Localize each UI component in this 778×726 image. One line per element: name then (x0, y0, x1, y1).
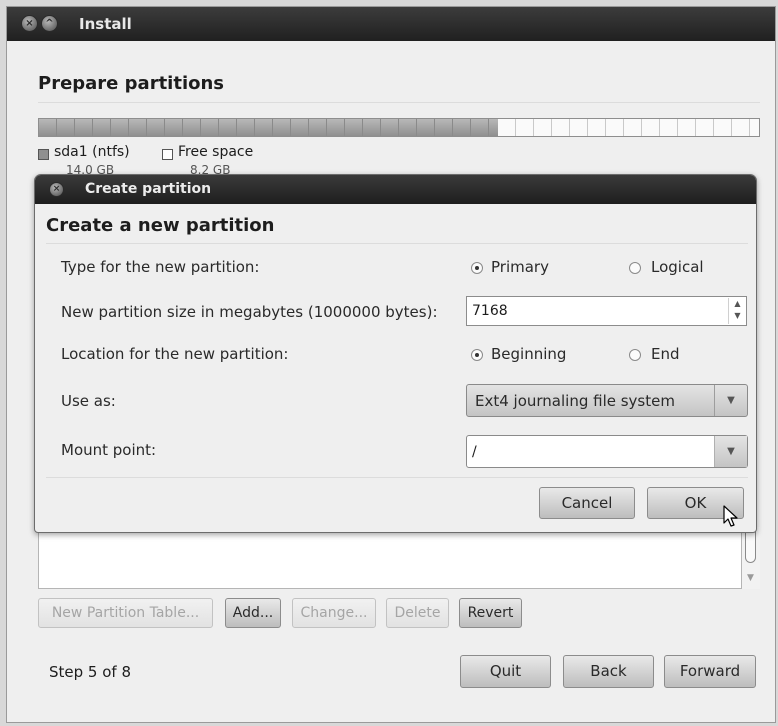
title-divider (38, 102, 760, 103)
add-partition-button[interactable]: Add... (225, 598, 281, 628)
mount-point-input[interactable] (468, 437, 718, 466)
partition-bar-sda1 (39, 119, 499, 136)
delete-partition-button[interactable]: Delete (386, 598, 449, 628)
change-partition-button[interactable]: Change... (292, 598, 376, 628)
close-dialog-icon[interactable]: × (49, 182, 64, 197)
logical-radio[interactable] (629, 262, 641, 274)
primary-radio[interactable] (471, 262, 483, 274)
revert-button[interactable]: Revert (459, 598, 522, 628)
partition-size-input[interactable] (466, 296, 747, 326)
mouse-pointer-icon (723, 505, 738, 527)
dialog-title: Create partition (85, 181, 212, 197)
forward-button[interactable]: Forward (664, 655, 756, 688)
dialog-titlebar: × Create partition (35, 175, 756, 204)
use-as-selected-value: Ext4 journaling file system (475, 392, 675, 410)
sda1-legend-swatch (38, 149, 49, 160)
scroll-down-icon[interactable]: ▼ (747, 573, 754, 583)
partition-size-label: New partition size in megabytes (1000000… (61, 303, 438, 321)
beginning-radio-label[interactable]: Beginning (491, 345, 566, 363)
minimize-window-icon[interactable]: ^ (41, 15, 58, 32)
mount-point-combobox[interactable]: ▼ (466, 435, 748, 468)
partition-list[interactable] (38, 527, 742, 589)
back-button[interactable]: Back (563, 655, 654, 688)
dialog-heading: Create a new partition (46, 215, 275, 236)
partition-type-label: Type for the new partition: (61, 258, 260, 276)
free-space-legend-label: Free space (178, 144, 254, 160)
end-radio-label[interactable]: End (651, 345, 680, 363)
end-radio[interactable] (629, 349, 641, 361)
free-space-legend-swatch (162, 149, 173, 160)
step-indicator: Step 5 of 8 (49, 663, 132, 681)
beginning-radio[interactable] (471, 349, 483, 361)
chevron-down-icon[interactable]: ▼ (714, 385, 747, 416)
chevron-down-icon[interactable]: ▼ (714, 436, 747, 467)
window-title: Install (79, 15, 132, 33)
logical-radio-label[interactable]: Logical (651, 258, 704, 276)
sda1-legend-label: sda1 (ntfs) (54, 144, 130, 160)
spin-down-icon[interactable]: ▼ (729, 310, 746, 322)
heading-divider (46, 243, 748, 244)
partition-list-scrollbar[interactable]: ▼ (742, 527, 760, 589)
use-as-label: Use as: (61, 392, 116, 410)
page-title: Prepare partitions (38, 73, 225, 94)
partition-location-label: Location for the new partition: (61, 345, 289, 363)
close-window-icon[interactable]: × (21, 15, 38, 32)
window-titlebar: × ^ Install (7, 7, 775, 41)
cancel-button[interactable]: Cancel (539, 487, 635, 519)
partition-bar-free-space (498, 119, 759, 136)
new-partition-table-button[interactable]: New Partition Table... (38, 598, 213, 628)
use-as-dropdown[interactable]: Ext4 journaling file system ▼ (466, 384, 748, 417)
primary-radio-label[interactable]: Primary (491, 258, 549, 276)
size-spinner[interactable]: ▲ ▼ (728, 298, 746, 324)
spin-up-icon[interactable]: ▲ (729, 298, 746, 310)
partition-bar (38, 118, 760, 137)
create-partition-dialog: × Create partition Create a new partitio… (34, 174, 757, 533)
mount-point-label: Mount point: (61, 441, 157, 459)
quit-button[interactable]: Quit (460, 655, 551, 688)
button-divider (46, 477, 748, 478)
